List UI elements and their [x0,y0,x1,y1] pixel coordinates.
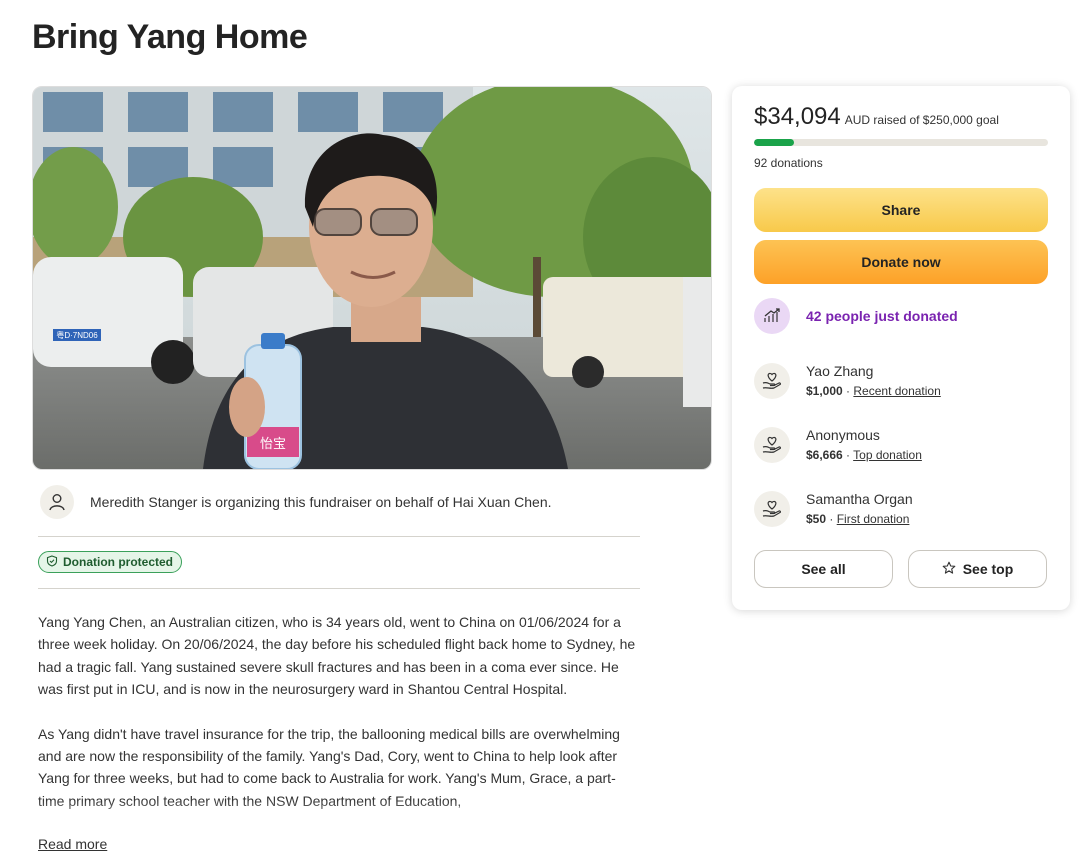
donor-item: Anonymous $6,666 · Top donation [754,426,922,464]
shield-icon [46,554,58,570]
donor-item: Samantha Organ $50 · First donation [754,490,913,528]
heart-hand-icon [754,491,790,527]
raised-goal-text: AUD raised of $250,000 goal [844,113,999,127]
heart-hand-icon [754,363,790,399]
organizer-info: Meredith Stanger is organizing this fund… [40,484,640,520]
see-all-button[interactable]: See all [754,550,893,588]
progress-fill [754,139,794,146]
donor-name: Anonymous [806,427,880,443]
story-paragraph: Yang Yang Chen, an Australian citizen, w… [38,614,636,698]
read-more-link[interactable]: Read more [38,836,107,852]
donation-count: 92 donations [754,156,823,170]
organizer-text: Meredith Stanger is organizing this fund… [90,494,552,510]
donation-card: $34,094 AUD raised of $250,000 goal 92 do… [732,86,1070,610]
donor-tag-link[interactable]: Recent donation [853,384,940,398]
donor-tag-link[interactable]: First donation [837,512,910,526]
license-plate: 粤D·7ND06 [56,330,98,340]
progress-bar [754,139,1048,146]
divider [38,588,640,589]
raised-summary: $34,094 AUD raised of $250,000 goal [754,103,999,131]
donor-amount: $50 [806,512,827,526]
see-top-button[interactable]: See top [908,550,1047,588]
donor-name: Samantha Organ [806,491,913,507]
donate-now-button[interactable]: Donate now [754,240,1048,284]
trend-text: 42 people just donated [806,308,958,324]
see-top-label: See top [962,561,1014,577]
heart-hand-icon [754,427,790,463]
see-all-label: See all [801,561,846,577]
campaign-photo: 粤D·7ND06 怡宝 [32,86,712,470]
donation-protected-badge[interactable]: Donation protected [38,551,182,573]
page-title: Bring Yang Home [32,18,308,56]
donor-amount: $6,666 [806,448,843,462]
raised-amount: $34,094 [754,103,841,130]
badge-label: Donation protected [63,555,173,569]
story-fade [38,800,640,834]
donor-name: Yao Zhang [806,363,874,379]
donor-tag-link[interactable]: Top donation [853,448,922,462]
donor-item: Yao Zhang $1,000 · Recent donation [754,362,941,400]
recent-donations-trend: 42 people just donated [754,298,958,334]
user-icon [40,485,74,519]
donor-amount: $1,000 [806,384,843,398]
bottle-label: 怡宝 [260,437,286,452]
share-button[interactable]: Share [754,188,1048,232]
story-paragraph: As Yang didn't have travel insurance for… [38,725,620,809]
trending-up-icon [754,298,790,334]
divider [38,536,640,537]
star-icon [942,561,956,578]
